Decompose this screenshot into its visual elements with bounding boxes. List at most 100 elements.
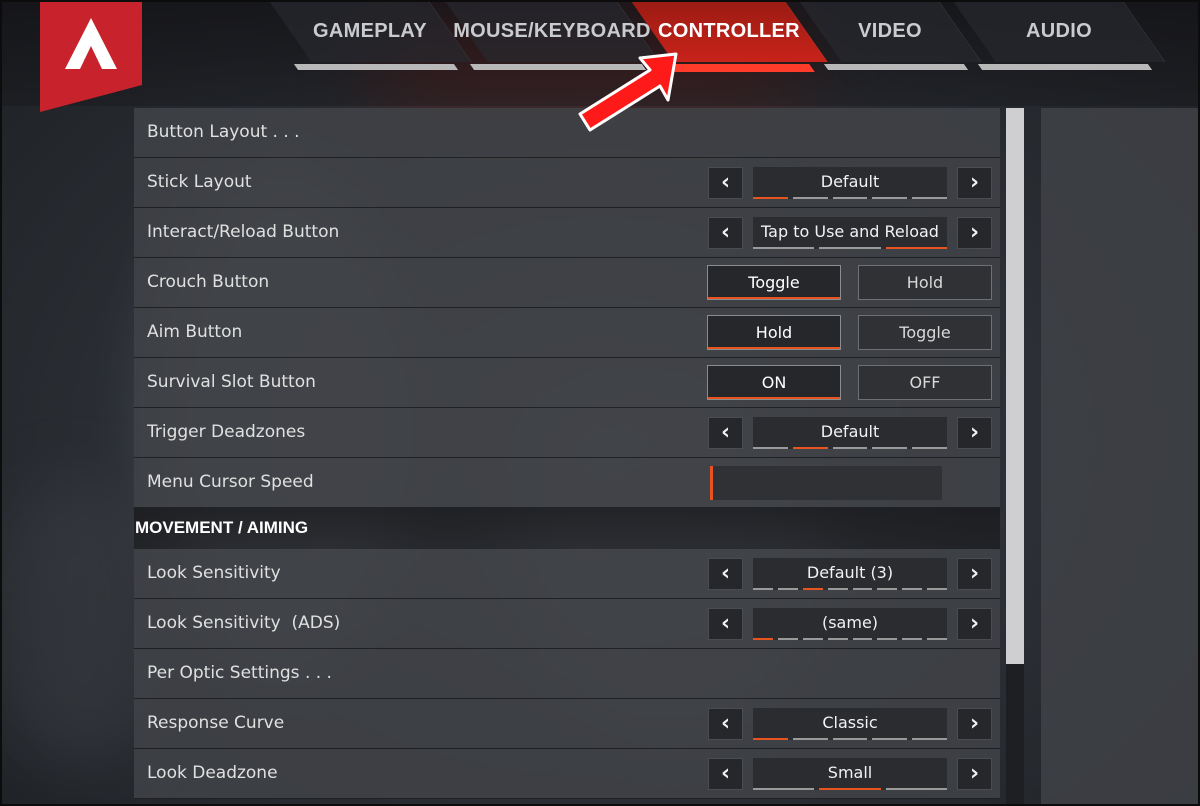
- look-deadzone-selector[interactable]: Small: [753, 758, 947, 790]
- per-optic-settings-row[interactable]: Per Optic Settings . . .: [134, 649, 1000, 699]
- section-header-movement: MOVEMENT / AIMING: [134, 508, 1000, 549]
- option-segment: [802, 588, 823, 590]
- tab-gameplay[interactable]: GAMEPLAY: [268, 0, 472, 70]
- menu-cursor-speed-slider[interactable]: [710, 466, 942, 500]
- option-segment: [827, 588, 848, 590]
- look-sensitivity-ads-row: Look Sensitivity (ADS) ‹ (same) ›: [134, 599, 1000, 649]
- option-segment: [927, 638, 947, 640]
- aim-hold-button[interactable]: Hold: [707, 315, 841, 350]
- chevron-left-icon[interactable]: ‹: [708, 558, 743, 590]
- row-label: Aim Button: [147, 322, 243, 342]
- option-segment: [819, 247, 881, 249]
- interact-reload-selector[interactable]: Tap to Use and Reload: [753, 217, 947, 249]
- option-segment: [877, 588, 898, 590]
- chevron-right-icon[interactable]: ›: [957, 608, 992, 640]
- response-curve-row: Response Curve ‹ Classic ›: [134, 699, 1000, 749]
- chevron-left-icon[interactable]: ‹: [708, 758, 743, 790]
- crouch-hold-button[interactable]: Hold: [858, 265, 992, 300]
- option-segment: [872, 738, 908, 740]
- look-sensitivity-row: Look Sensitivity ‹ Default (3) ›: [134, 549, 1000, 599]
- selector-value: Default: [820, 422, 880, 441]
- chevron-right-icon[interactable]: ›: [957, 758, 992, 790]
- settings-panel: Button Layout . . . Stick Layout ‹ Defau…: [134, 108, 1000, 799]
- trigger-deadzones-selector[interactable]: Default: [753, 417, 947, 449]
- row-label: Response Curve: [147, 713, 285, 733]
- chevron-right-icon[interactable]: ›: [957, 417, 992, 449]
- option-segment: [872, 197, 908, 199]
- option-segment: [832, 447, 868, 449]
- option-indicator: [753, 588, 947, 590]
- selector-value: (same): [821, 613, 879, 632]
- tab-audio[interactable]: AUDIO: [952, 0, 1166, 70]
- chevron-right-icon[interactable]: ›: [957, 708, 992, 740]
- row-label: Crouch Button: [147, 272, 270, 292]
- chevron-left-icon[interactable]: ‹: [708, 608, 743, 640]
- crouch-toggle-button[interactable]: Toggle: [707, 265, 841, 300]
- tab-label: CONTROLLER: [658, 19, 800, 42]
- selector-value: Default: [820, 172, 880, 191]
- option-segment: [792, 447, 828, 449]
- description-panel: [1041, 108, 1198, 806]
- option-indicator: [753, 638, 947, 640]
- option-segment: [872, 447, 908, 449]
- row-label: Look Sensitivity: [147, 563, 281, 583]
- annotation-arrow-icon: [578, 52, 678, 132]
- selector-value: Default (3): [806, 563, 894, 582]
- selector-value: Small: [827, 763, 873, 782]
- option-segment: [753, 197, 788, 199]
- option-indicator: [753, 788, 947, 790]
- interact-reload-row: Interact/Reload Button ‹ Tap to Use and …: [134, 208, 1000, 258]
- tab-video[interactable]: VIDEO: [798, 0, 982, 70]
- chevron-left-icon[interactable]: ‹: [708, 708, 743, 740]
- option-segment: [753, 788, 815, 790]
- row-label: Stick Layout: [147, 172, 252, 192]
- option-segment: [832, 197, 868, 199]
- look-sensitivity-ads-selector[interactable]: (same): [753, 608, 947, 640]
- option-segment: [877, 638, 898, 640]
- look-sensitivity-selector[interactable]: Default (3): [753, 558, 947, 590]
- stick-layout-selector[interactable]: Default: [753, 167, 947, 199]
- selector-value: Classic: [822, 713, 878, 732]
- trigger-deadzones-row: Trigger Deadzones ‹ Default ›: [134, 408, 1000, 458]
- option-segment: [852, 638, 873, 640]
- aim-toggle-button[interactable]: Toggle: [858, 315, 992, 350]
- chevron-right-icon[interactable]: ›: [957, 167, 992, 199]
- slider-fill: [710, 466, 713, 500]
- option-segment: [777, 638, 798, 640]
- row-label: Trigger Deadzones: [147, 422, 306, 442]
- tab-label: GAMEPLAY: [313, 19, 427, 42]
- option-indicator: [753, 197, 947, 199]
- option-segment: [777, 588, 798, 590]
- response-curve-selector[interactable]: Classic: [753, 708, 947, 740]
- option-segment: [885, 247, 947, 249]
- menu-cursor-speed-row: Menu Cursor Speed: [134, 458, 1000, 508]
- chevron-right-icon[interactable]: ›: [957, 558, 992, 590]
- option-segment: [753, 588, 773, 590]
- option-segment: [927, 588, 947, 590]
- settings-tabs: GAMEPLAY MOUSE/KEYBOARD CONTROLLER VIDEO…: [268, 0, 1170, 72]
- row-label: Per Optic Settings . . .: [147, 663, 332, 683]
- chevron-left-icon[interactable]: ‹: [708, 217, 743, 249]
- stick-layout-row: Stick Layout ‹ Default ›: [134, 158, 1000, 208]
- selector-value: Tap to Use and Reload: [761, 222, 939, 241]
- option-segment: [753, 247, 815, 249]
- tab-label: VIDEO: [858, 19, 922, 42]
- option-segment: [792, 197, 828, 199]
- chevron-right-icon[interactable]: ›: [957, 217, 992, 249]
- survival-slot-off-button[interactable]: OFF: [858, 365, 992, 400]
- option-segment: [792, 738, 828, 740]
- chevron-left-icon[interactable]: ‹: [708, 167, 743, 199]
- row-label: Menu Cursor Speed: [147, 472, 314, 492]
- option-segment: [902, 588, 923, 590]
- look-deadzone-row: Look Deadzone ‹ Small ›: [134, 749, 1000, 799]
- option-indicator: [753, 738, 947, 740]
- chevron-left-icon[interactable]: ‹: [708, 417, 743, 449]
- option-segment: [902, 638, 923, 640]
- button-layout-row[interactable]: Button Layout . . .: [134, 108, 1000, 158]
- tab-label: AUDIO: [1026, 19, 1092, 42]
- option-indicator: [753, 447, 947, 449]
- scrollbar-thumb[interactable]: [1006, 108, 1024, 664]
- option-segment: [912, 447, 947, 449]
- option-segment: [819, 788, 881, 790]
- survival-slot-on-button[interactable]: ON: [707, 365, 841, 400]
